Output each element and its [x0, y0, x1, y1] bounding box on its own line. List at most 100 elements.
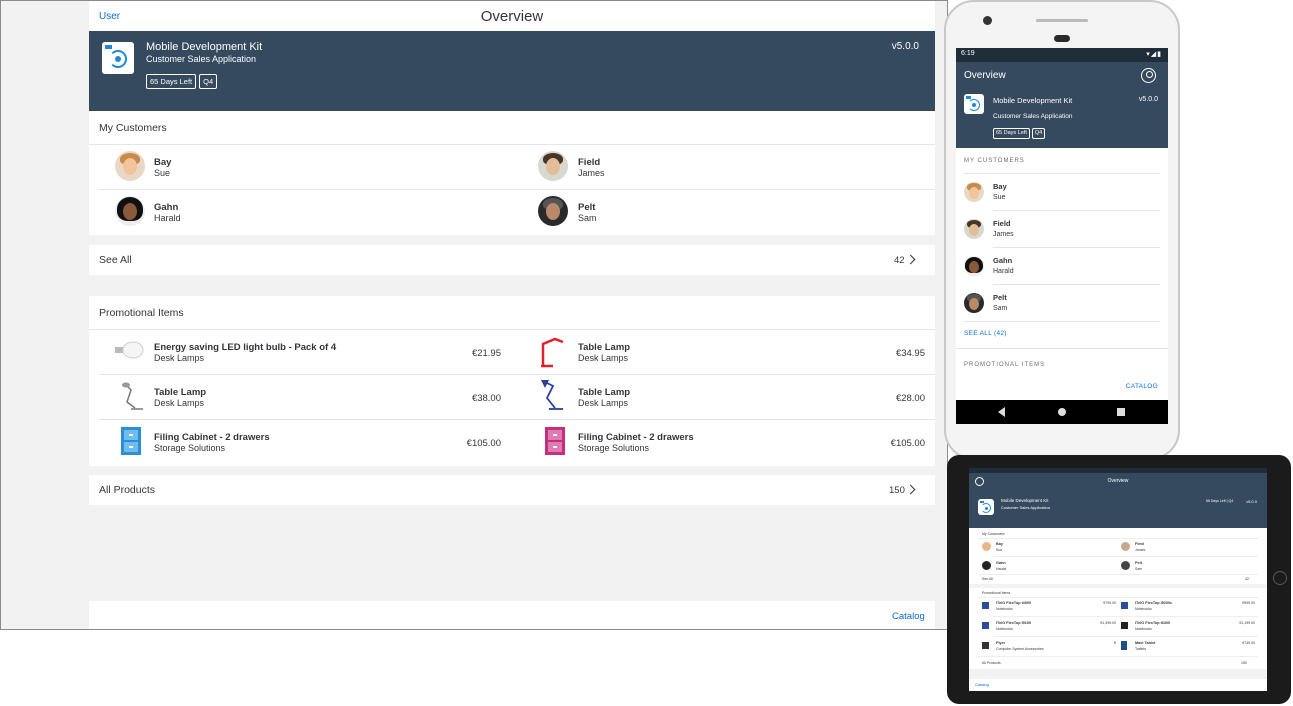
product-price: €: [1114, 641, 1116, 645]
camera-icon: [983, 16, 992, 25]
header-badges: 65 Days Left Q4: [993, 128, 1046, 139]
flyer-icon: [982, 642, 989, 649]
app-logo-icon: [102, 42, 134, 74]
app-subtitle: Customer Sales Application: [1001, 505, 1050, 510]
product-price: €105.00: [890, 438, 925, 449]
product-price: €1,399.00: [1100, 621, 1116, 625]
chevron-right-icon: [905, 254, 916, 265]
signal-battery-icon: ▾◢▮: [1146, 51, 1162, 58]
avatar: [1121, 542, 1130, 551]
product-name: Maxi Tablet: [1135, 641, 1156, 645]
avatar: [115, 151, 145, 181]
days-left-badge: 65 Days Left: [146, 74, 197, 89]
product-price: €749.00: [1242, 641, 1255, 645]
laptop-icon: [1121, 622, 1128, 629]
desktop-window: User Overview Mobile Development Kit Cus…: [0, 0, 948, 630]
app-logo-icon: [978, 499, 994, 515]
app-name: Mobile Development Kit: [993, 96, 1073, 105]
home-button[interactable]: [1273, 571, 1287, 585]
customer-first-name: Sue: [993, 194, 1006, 201]
customer-count: 42: [894, 255, 905, 266]
product-name: Filing Cabinet - 2 drawers: [154, 432, 270, 443]
product-price: €38.00: [471, 393, 501, 404]
all-products-row[interactable]: All Products 150: [89, 475, 935, 505]
customer-first-name: James: [578, 168, 605, 178]
laptop-icon: [1121, 602, 1128, 609]
status-bar: 6:19 ▾◢▮: [956, 48, 1168, 62]
product-category: Desk Lamps: [578, 398, 629, 408]
customer-last-name: Field: [1135, 542, 1144, 546]
customer-last-name: Bay: [996, 542, 1003, 546]
bottom-toolbar: Catalog: [89, 601, 935, 629]
customers-title: My Customers: [99, 122, 167, 134]
recent-apps-icon[interactable]: [1117, 408, 1125, 416]
back-icon[interactable]: [998, 407, 1005, 417]
catalog-link[interactable]: Catalog: [892, 611, 925, 622]
app-logo-icon: [964, 94, 984, 114]
product-name: Filing Cabinet - 2 drawers: [578, 432, 694, 443]
see-all-customers-row[interactable]: See All 42: [89, 245, 935, 275]
product-price: €1,199.00: [1239, 621, 1255, 625]
user-icon[interactable]: [1141, 68, 1156, 83]
avatar: [964, 182, 984, 202]
app-subtitle: Customer Sales Application: [993, 113, 1073, 120]
customer-last-name: Pelt: [1135, 561, 1142, 565]
quarter-badge: Q4: [1031, 128, 1046, 139]
customer-last-name: Gahn: [996, 561, 1006, 565]
product-category: Notebooks: [1135, 607, 1152, 611]
speaker-grille: [1036, 19, 1088, 22]
header-badges: 65 Days Left | Q4: [1206, 499, 1234, 503]
product-category: Storage Solutions: [578, 443, 650, 453]
pink-cabinet-icon: [545, 427, 565, 455]
customer-first-name: James: [993, 231, 1014, 238]
product-category: Desk Lamps: [578, 353, 629, 363]
customer-last-name: Gahn: [154, 202, 179, 213]
product-price: €28.00: [895, 393, 925, 404]
customer-last-name: Bay: [993, 182, 1007, 191]
app-header: Mobile Development Kit Customer Sales Ap…: [89, 31, 935, 111]
product-count: 150: [1241, 661, 1247, 665]
avatar: [1121, 561, 1130, 570]
tablet-header: Mobile Development Kit Customer Sales Ap…: [969, 492, 1267, 528]
left-gutter: [1, 1, 89, 629]
tablet-screen: Overview Mobile Development Kit Customer…: [969, 468, 1267, 691]
promotions-caption: Promotional Items: [982, 591, 1011, 595]
promotions-title: Promotional Items: [99, 307, 184, 319]
promotions-caption: PROMOTIONAL ITEMS: [964, 362, 1046, 368]
blue-cabinet-icon: [121, 427, 141, 455]
days-left-badge: 65 Days Left: [993, 128, 1030, 139]
earpiece: [1054, 35, 1070, 42]
tablet-device: Overview Mobile Development Kit Customer…: [947, 455, 1291, 704]
customer-count: 42: [1245, 577, 1249, 581]
product-category: Computer System Accessories: [996, 647, 1044, 651]
app-version: v5.0.0: [1138, 96, 1158, 103]
catalog-link[interactable]: Catalog: [975, 682, 989, 687]
product-category: Notebooks: [996, 627, 1013, 631]
light-bulb-icon: [115, 341, 144, 359]
customer-last-name: Gahn: [993, 256, 1013, 265]
product-category: Storage Solutions: [154, 443, 226, 453]
phone-device: 6:19 ▾◢▮ Overview Mobile Development Kit…: [944, 0, 1180, 460]
top-bar: User Overview: [89, 1, 935, 31]
product-name: ITelO FlexTop I9100: [996, 621, 1032, 625]
customer-last-name: Field: [993, 219, 1011, 228]
all-products-label: All Products: [982, 661, 1001, 665]
status-time: 6:19: [961, 50, 975, 57]
customer-last-name: Pelt: [993, 293, 1007, 302]
catalog-link[interactable]: CATALOG: [1126, 383, 1158, 390]
product-category: Notebooks: [996, 607, 1013, 611]
all-products-label: All Products: [99, 484, 156, 496]
customer-first-name: Sue: [996, 548, 1003, 552]
customer-first-name: Harald: [996, 567, 1007, 571]
product-category: Desk Lamps: [154, 398, 205, 408]
overview-page: User Overview Mobile Development Kit Cus…: [89, 1, 935, 629]
laptop-icon: [982, 602, 989, 609]
product-price: €799.00: [1103, 601, 1116, 605]
product-category: Desk Lamps: [154, 353, 205, 363]
see-all-link[interactable]: SEE ALL (42): [964, 330, 1007, 337]
customer-first-name: Harald: [993, 268, 1014, 275]
avatar: [964, 219, 984, 239]
tablet-shell-bar: Overview: [969, 473, 1267, 492]
product-category: Tablets: [1135, 647, 1147, 651]
home-icon[interactable]: [1058, 408, 1066, 416]
